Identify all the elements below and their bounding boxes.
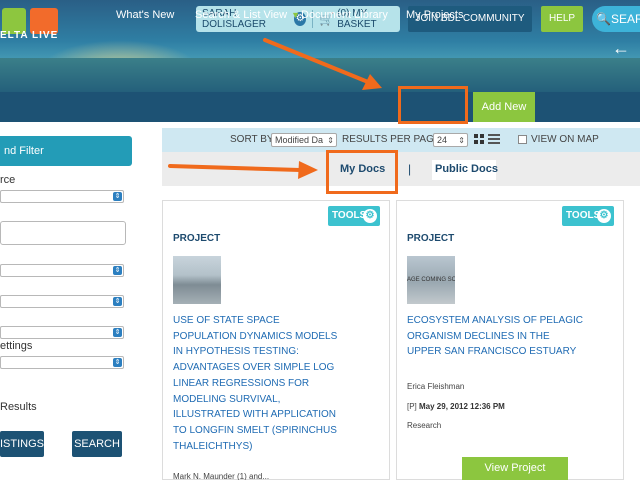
- source-label: rce: [0, 174, 16, 186]
- logo-text: ELTA LIVE: [0, 30, 59, 41]
- search-icon: 🔍: [596, 12, 611, 26]
- banner-landscape: [0, 58, 640, 92]
- help-button[interactable]: HELP: [541, 6, 583, 32]
- select-spinner-icon: ⇕: [458, 136, 465, 145]
- card-type-label: PROJECT: [173, 233, 221, 244]
- list-view-icon[interactable]: [488, 134, 500, 144]
- project-date: [P] May 29, 2012 12:36 PM: [407, 402, 505, 411]
- main-nav: [0, 92, 640, 122]
- view-on-map-checkbox[interactable]: [518, 135, 527, 144]
- tools-button[interactable]: TOOLS ⚙: [328, 206, 380, 226]
- tab-separator: |: [408, 162, 412, 176]
- filter-text-input[interactable]: [0, 221, 126, 245]
- filter-select-3[interactable]: ⇕: [0, 326, 124, 339]
- project-thumbnail[interactable]: AGE COMING SO: [407, 256, 455, 304]
- project-title-link[interactable]: ECOSYSTEM ANALYSIS OF PELAGIC ORGANISM D…: [407, 313, 583, 360]
- tools-button[interactable]: TOOLS ⚙: [562, 206, 614, 226]
- nav-my-projects[interactable]: My Projects: [406, 0, 463, 30]
- tab-public-docs[interactable]: Public Docs: [435, 152, 498, 186]
- results-per-page-label: RESULTS PER PAGE: [342, 134, 441, 145]
- sort-by-label: SORT BY: [230, 134, 274, 145]
- annotation-highlight-my-docs: [326, 150, 398, 194]
- nav-search-list-view[interactable]: Search & List View ▼: [195, 0, 300, 30]
- select-spinner-icon: ⇕: [113, 328, 122, 337]
- search-button-top[interactable]: 🔍SEAR: [592, 6, 640, 32]
- select-spinner-icon: ⇕: [327, 136, 334, 145]
- view-project-button[interactable]: View Project: [462, 457, 568, 480]
- gear-icon: ⚙: [597, 209, 611, 223]
- settings-select[interactable]: ⇕: [0, 356, 124, 369]
- results-label: Results: [0, 401, 37, 413]
- annotation-highlight-my-projects: [398, 86, 468, 124]
- nav-add-new-button[interactable]: Add New: [473, 92, 535, 122]
- select-spinner-icon: ⇕: [113, 266, 122, 275]
- listings-button[interactable]: ISTINGS: [0, 431, 44, 457]
- back-arrow-icon[interactable]: ←: [612, 38, 630, 59]
- nav-whats-new[interactable]: What's New: [116, 0, 174, 30]
- view-on-map-label: VIEW ON MAP: [531, 134, 599, 145]
- grid-view-icon[interactable]: [474, 134, 484, 144]
- gear-icon: ⚙: [363, 209, 377, 223]
- card-type-label: PROJECT: [407, 233, 455, 244]
- nav-document-library[interactable]: Document Library: [301, 0, 388, 30]
- chevron-down-icon: ▼: [291, 10, 301, 20]
- docs-tab-bar: [162, 152, 640, 186]
- select-spinner-icon: ⇕: [113, 297, 122, 306]
- sort-by-select[interactable]: Modified Da ⇕: [271, 133, 337, 147]
- filter-select-1[interactable]: ⇕: [0, 264, 124, 277]
- project-thumbnail[interactable]: [173, 256, 221, 304]
- settings-label: ettings: [0, 340, 33, 352]
- source-select[interactable]: ⇕: [0, 190, 124, 203]
- select-spinner-icon: ⇕: [113, 358, 122, 367]
- sidebar-header: nd Filter: [0, 136, 132, 166]
- filter-select-2[interactable]: ⇕: [0, 295, 124, 308]
- sidebar-search-button[interactable]: SEARCH: [72, 431, 122, 457]
- project-title-link[interactable]: USE OF STATE SPACE POPULATION DYNAMICS M…: [173, 313, 343, 454]
- select-spinner-icon: ⇕: [113, 192, 122, 201]
- project-author: Erica Fleishman: [407, 382, 465, 391]
- project-author: Mark N. Maunder (1) and...: [173, 472, 270, 480]
- project-category: Research: [407, 421, 442, 430]
- sort-toolbar: SORT BY Modified Da ⇕ RESULTS PER PAGE 24…: [162, 128, 640, 152]
- results-per-page-select[interactable]: 24 ⇕: [433, 133, 468, 147]
